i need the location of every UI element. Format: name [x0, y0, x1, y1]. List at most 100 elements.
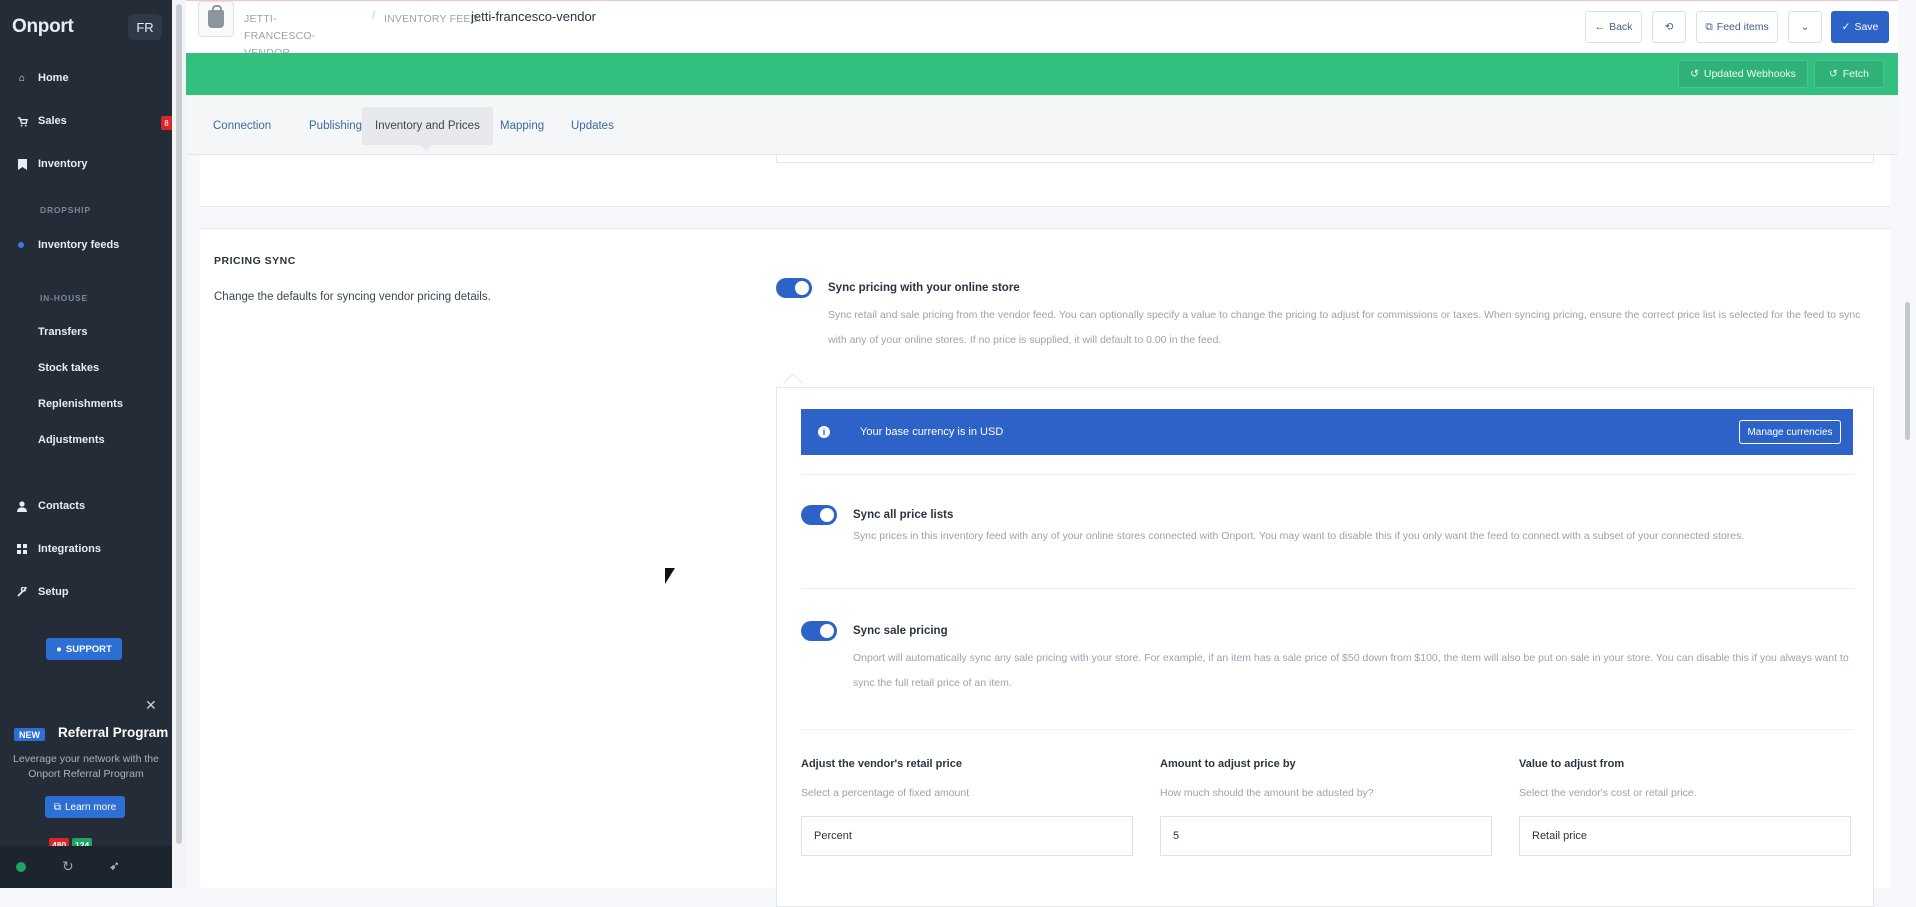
- help-icon: ●: [56, 643, 62, 655]
- scrollbar-thumb[interactable]: [176, 4, 182, 844]
- pricing-options-panel: i Your base currency is in USD Manage cu…: [776, 387, 1874, 907]
- brand-logo[interactable]: Onport: [12, 16, 74, 38]
- wrench-icon: [16, 586, 28, 598]
- section-description: Change the defaults for syncing vendor p…: [214, 291, 491, 303]
- previous-section-panel: [776, 155, 1874, 163]
- sync-sale-pricing-description: Onport will automatically sync any sale …: [853, 652, 1849, 689]
- divider: [801, 588, 1853, 589]
- manage-currencies-button[interactable]: Manage currencies: [1739, 420, 1841, 444]
- sync-sale-pricing-title: Sync sale pricing: [853, 625, 948, 637]
- retail-adjust-label: Adjust the vendor's retail price: [801, 758, 962, 770]
- fetch-button[interactable]: ↺ Fetch: [1814, 60, 1884, 88]
- feed-items-button[interactable]: ⧉ Feed items: [1696, 11, 1778, 43]
- new-badge: NEW: [14, 728, 45, 741]
- history-button[interactable]: ⟲: [1652, 11, 1686, 43]
- home-icon: ⌂: [18, 72, 26, 84]
- retail-adjust-select[interactable]: Percent: [801, 816, 1133, 856]
- sidebar-item-stock-takes[interactable]: Stock takes: [38, 362, 99, 374]
- sidebar-footer: [0, 846, 186, 888]
- sync-all-price-lists-description: Sync prices in this inventory feed with …: [853, 530, 1745, 542]
- tab-updates[interactable]: Updates: [558, 107, 627, 145]
- divider: [801, 474, 1853, 475]
- refresh-icon: ↺: [1828, 68, 1838, 80]
- sync-pricing-toggle[interactable]: [776, 278, 812, 298]
- section-in-house: IN-HOUSE: [40, 293, 88, 303]
- value-adjust-from-help: Select the vendor's cost or retail price…: [1519, 787, 1697, 799]
- sidebar-item-transfers[interactable]: Transfers: [38, 326, 88, 338]
- status-bar: ↺ Updated Webhooks ↺ Fetch: [186, 53, 1898, 95]
- sidebar-item-setup[interactable]: Setup: [0, 577, 172, 607]
- bookmark-icon: [16, 158, 28, 170]
- sync-pricing-description: Sync retail and sale pricing from the ve…: [828, 309, 1861, 346]
- sidebar-item-integrations[interactable]: Integrations: [0, 534, 172, 564]
- tab-connection[interactable]: Connection: [200, 107, 284, 145]
- user-avatar[interactable]: FR: [128, 14, 162, 40]
- sync-all-price-lists-toggle[interactable]: [801, 505, 837, 525]
- top-bar: JETTI-FRANCESCO-VENDOR / INVENTORY FEED:…: [186, 0, 1898, 59]
- cart-icon: [16, 115, 28, 127]
- previous-section-card: [200, 155, 1890, 207]
- sales-count-badge: 8: [161, 116, 172, 130]
- close-icon[interactable]: ✕: [145, 697, 157, 714]
- active-tab-indicator: [420, 145, 432, 151]
- support-button[interactable]: ● SUPPORT: [46, 638, 122, 660]
- person-icon: [16, 500, 28, 512]
- sidebar: Onport FR ⌂ Home Sales 8 Inventory DROPS…: [0, 0, 172, 888]
- updated-webhooks-button[interactable]: ↺ Updated Webhooks: [1678, 60, 1808, 88]
- referral-description: Leverage your network with the Onport Re…: [13, 753, 159, 780]
- sync-sale-pricing-toggle[interactable]: [801, 621, 837, 641]
- history-icon: ⟲: [1664, 21, 1674, 33]
- amount-adjust-input[interactable]: 5: [1160, 816, 1492, 856]
- more-options-button[interactable]: ⌄: [1788, 11, 1822, 43]
- sidebar-item-label: Inventory: [38, 158, 88, 170]
- grid-icon: [16, 543, 28, 555]
- breadcrumb-label: INVENTORY FEED:: [384, 13, 482, 25]
- refresh-icon[interactable]: ↻: [62, 858, 74, 875]
- sidebar-item-inventory-feeds[interactable]: Inventory feeds: [38, 239, 119, 251]
- sidebar-item-adjustments[interactable]: Adjustments: [38, 434, 105, 446]
- mouse-cursor-icon: [665, 568, 675, 584]
- value-adjust-from-select[interactable]: Retail price: [1519, 816, 1851, 856]
- breadcrumb-separator: /: [372, 10, 376, 22]
- currency-text: Your base currency is in USD: [860, 426, 1004, 438]
- amount-adjust-label: Amount to adjust price by: [1160, 758, 1296, 770]
- tab-inventory-and-prices[interactable]: Inventory and Prices: [362, 107, 493, 145]
- status-online-icon[interactable]: [16, 862, 26, 872]
- sidebar-item-home[interactable]: ⌂ Home: [0, 63, 172, 93]
- learn-more-button[interactable]: ⧉ Learn more: [45, 796, 125, 818]
- external-link-icon: ⧉: [53, 801, 61, 813]
- tab-bar: Connection Publishing Inventory and Pric…: [186, 95, 1898, 155]
- check-icon: ✓: [1841, 21, 1851, 33]
- amount-adjust-help: How much should the amount be adusted by…: [1160, 787, 1374, 799]
- value-adjust-from-label: Value to adjust from: [1519, 758, 1625, 770]
- sidebar-item-label: Integrations: [38, 543, 101, 555]
- section-dropship: DROPSHIP: [40, 205, 91, 215]
- sidebar-item-inventory[interactable]: Inventory: [0, 149, 172, 179]
- external-link-icon: ⧉: [1705, 20, 1713, 33]
- info-icon: i: [818, 426, 830, 438]
- scrollbar-thumb[interactable]: [1905, 302, 1910, 440]
- sidebar-item-replenishments[interactable]: Replenishments: [38, 398, 123, 410]
- chevron-down-icon: ⌄: [1800, 21, 1810, 33]
- back-button[interactable]: ← Back: [1585, 11, 1642, 43]
- refresh-icon: ↺: [1690, 68, 1699, 80]
- tab-mapping[interactable]: Mapping: [487, 107, 557, 145]
- currency-info-bar: i Your base currency is in USD Manage cu…: [801, 409, 1853, 455]
- sidebar-item-label: Home: [38, 72, 69, 84]
- section-title: PRICING SYNC: [214, 255, 296, 267]
- active-indicator-dot: [18, 242, 24, 248]
- main-scrollbar[interactable]: [1898, 0, 1916, 888]
- sync-all-price-lists-title: Sync all price lists: [853, 509, 954, 521]
- sidebar-item-contacts[interactable]: Contacts: [0, 491, 172, 521]
- rocket-icon[interactable]: ➶: [109, 858, 120, 874]
- sidebar-scrollbar[interactable]: [172, 0, 186, 888]
- save-button[interactable]: ✓ Save: [1831, 11, 1889, 43]
- arrow-left-icon: ←: [1594, 21, 1606, 33]
- store-logo: [198, 1, 234, 37]
- sync-pricing-title: Sync pricing with your online store: [828, 282, 1020, 294]
- shopping-bag-icon: [208, 5, 224, 28]
- sidebar-item-sales[interactable]: Sales: [0, 106, 172, 136]
- sidebar-item-label: Contacts: [38, 500, 86, 512]
- pricing-sync-card: PRICING SYNC Change the defaults for syn…: [200, 228, 1890, 907]
- page-title: jetti-francesco-vendor: [471, 9, 596, 24]
